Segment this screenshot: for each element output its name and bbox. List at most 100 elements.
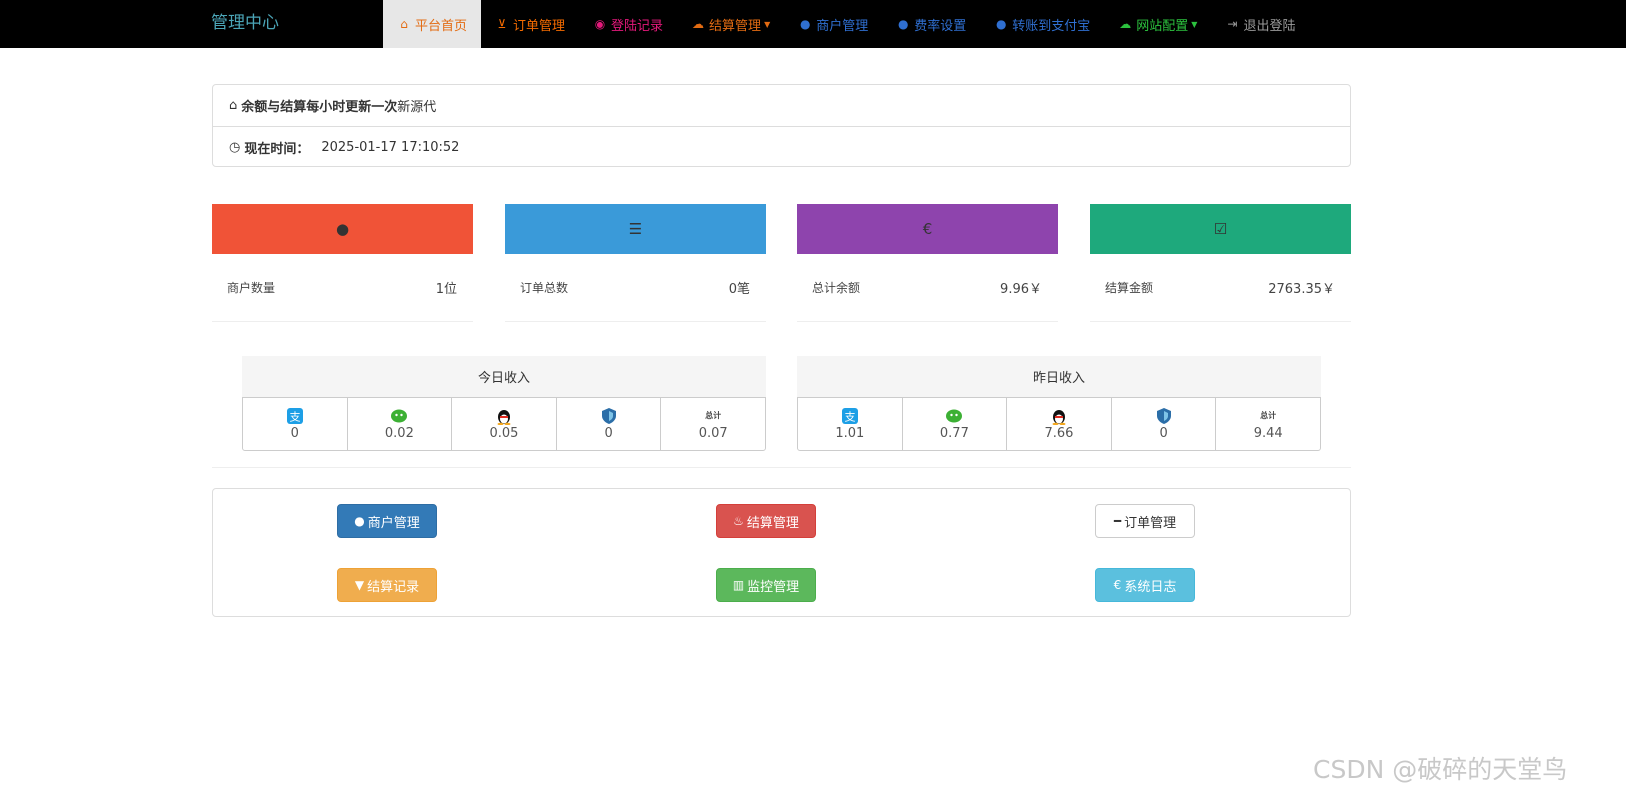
- settlement-manage-button[interactable]: ♨ 结算管理: [716, 504, 816, 538]
- stat-card-header: ☑: [1090, 204, 1351, 254]
- qq-icon: [497, 407, 511, 425]
- merchant-manage-button[interactable]: ● 商户管理: [337, 504, 437, 538]
- stat-card-body: 订单总数 0笔: [505, 254, 766, 322]
- stat-card-merchants: ● 商户数量 1位: [212, 204, 473, 322]
- nav-item-label: 订单管理: [513, 18, 566, 34]
- nav-item-home[interactable]: ⌂ 平台首页: [383, 0, 482, 48]
- nav-item-label: 费率设置: [914, 18, 967, 34]
- stat-card-header: ☰: [505, 204, 766, 254]
- stat-card-body: 商户数量 1位: [212, 254, 473, 322]
- income-value: 0: [604, 426, 613, 441]
- shield-icon: [1156, 407, 1171, 425]
- settlement-records-button[interactable]: ▼ 结算记录: [337, 568, 437, 602]
- home-icon: ⌂: [229, 98, 238, 113]
- info-panel: ⌂ 余额与结算每小时更新一次 新源代 ◷ 现在时间： 2025-01-17 17…: [212, 84, 1351, 167]
- user-icon: ●: [996, 17, 1007, 31]
- divider: [212, 467, 1351, 468]
- svg-text:支: 支: [844, 411, 855, 424]
- logout-icon: ⇥: [1227, 17, 1238, 31]
- nav-item-site-config[interactable]: ☁ 网站配置 ▼: [1104, 0, 1211, 48]
- total-icon: 总计: [705, 411, 722, 420]
- nav-item-label: 转账到支付宝: [1012, 18, 1091, 34]
- stat-value: 2763.35￥: [1268, 282, 1335, 297]
- notice-text: 余额与结算每小时更新一次: [241, 100, 398, 115]
- nav-item-settlement[interactable]: ☁ 结算管理 ▼: [677, 0, 784, 48]
- stat-label: 商户数量: [227, 281, 276, 295]
- income-value: 0.77: [939, 426, 969, 441]
- fire-icon: ♨: [733, 514, 744, 528]
- income-cell-qq: 7.66: [1006, 398, 1111, 450]
- euro-icon: €: [1113, 578, 1122, 592]
- cloud-icon: ☁: [692, 17, 705, 31]
- nav-item-merchants[interactable]: ● 商户管理: [784, 0, 882, 48]
- income-cell-alipay: 支 1.01: [798, 398, 902, 450]
- button-label: 商户管理: [367, 515, 420, 531]
- button-label: 订单管理: [1124, 515, 1177, 531]
- notice-tail: 新源代: [397, 100, 437, 115]
- alipay-icon: 支: [841, 407, 858, 425]
- time-label: 现在时间：: [244, 141, 310, 157]
- check-icon: ☑: [1213, 220, 1228, 238]
- button-label: 结算管理: [746, 515, 799, 531]
- stat-label: 结算金额: [1105, 281, 1154, 295]
- income-yesterday-panel: 昨日收入 支 1.01 0.77 7.66 0 总计 9.44: [797, 356, 1321, 451]
- nav-item-label: 商户管理: [816, 18, 869, 34]
- income-cell-total: 总计 0.07: [660, 398, 765, 450]
- nav-item-rates[interactable]: ● 费率设置: [882, 0, 980, 48]
- income-cell-wechat: 0.02: [346, 398, 452, 450]
- top-navbar: 管理中心 ⌂ 平台首页 ⊻ 订单管理 ◉ 登陆记录 ☁ 结算管理 ▼ ● 商户管…: [0, 0, 1626, 48]
- stat-card-body: 总计余额 9.96￥: [797, 254, 1058, 322]
- stat-value: 1位: [435, 282, 457, 297]
- stat-card-orders: ☰ 订单总数 0笔: [505, 204, 766, 322]
- shield-icon: [601, 407, 616, 425]
- time-value: 2025-01-17 17:10:52: [321, 139, 460, 155]
- income-cell-shield: 0: [1110, 398, 1216, 450]
- stat-label: 总计余额: [812, 281, 861, 295]
- brand-title[interactable]: 管理中心: [211, 12, 279, 34]
- button-label: 结算记录: [367, 579, 420, 595]
- camera-icon: ◉: [594, 17, 606, 31]
- income-title: 今日收入: [242, 356, 766, 397]
- nav-item-label: 登陆记录: [611, 18, 664, 34]
- system-log-button[interactable]: € 系统日志: [1095, 568, 1195, 602]
- cart-icon: ⊻: [497, 17, 507, 31]
- cloud-icon: ☁: [1119, 17, 1132, 31]
- caret-down-icon: ▼: [764, 19, 771, 29]
- notice-row: ⌂ 余额与结算每小时更新一次 新源代: [213, 85, 1350, 126]
- income-value: 0: [290, 426, 299, 441]
- quick-actions-panel: ● 商户管理 ♨ 结算管理 ━ 订单管理 ▼ 结算记录 ▥ 监控管理 € 系统日…: [212, 488, 1351, 617]
- total-icon: 总计: [1260, 411, 1277, 420]
- income-cell-shield: 0: [555, 398, 661, 450]
- main-nav: ⌂ 平台首页 ⊻ 订单管理 ◉ 登陆记录 ☁ 结算管理 ▼ ● 商户管理 ● 费…: [383, 0, 1309, 48]
- nav-item-logout[interactable]: ⇥ 退出登陆: [1211, 0, 1309, 48]
- caret-down-icon: ▼: [1191, 19, 1198, 29]
- nav-item-login-log[interactable]: ◉ 登陆记录: [579, 0, 677, 48]
- income-value: 0.05: [489, 426, 519, 441]
- income-value: 0.07: [698, 426, 728, 441]
- euro-icon: €: [922, 220, 933, 238]
- nav-item-transfer-alipay[interactable]: ● 转账到支付宝: [980, 0, 1104, 48]
- income-cell-total: 总计 9.44: [1215, 398, 1320, 450]
- nav-item-orders[interactable]: ⊻ 订单管理: [481, 0, 579, 48]
- list-icon: ☰: [628, 220, 643, 238]
- income-value: 7.66: [1044, 426, 1074, 441]
- minus-icon: ━: [1113, 514, 1122, 528]
- stat-card-balance: € 总计余额 9.96￥: [797, 204, 1058, 322]
- income-title: 昨日收入: [797, 356, 1321, 397]
- filter-icon: ▼: [354, 578, 365, 592]
- stat-value: 0笔: [728, 282, 750, 297]
- income-cells: 支 0 0.02 0.05 0 总计 0.07: [242, 397, 766, 451]
- stat-card-header: €: [797, 204, 1058, 254]
- nav-item-label: 平台首页: [415, 18, 468, 34]
- stat-card-body: 结算金额 2763.35￥: [1090, 254, 1351, 322]
- time-row: ◷ 现在时间： 2025-01-17 17:10:52: [213, 126, 1350, 167]
- nav-item-label: 结算管理: [709, 18, 762, 34]
- stat-label: 订单总数: [520, 281, 569, 295]
- income-today-panel: 今日收入 支 0 0.02 0.05 0 总计 0.07: [242, 356, 766, 451]
- stat-value: 9.96￥: [1000, 282, 1042, 297]
- monitor-manage-button[interactable]: ▥ 监控管理: [716, 568, 816, 602]
- income-cell-alipay: 支 0: [243, 398, 347, 450]
- user-icon: ●: [335, 220, 350, 238]
- order-manage-button[interactable]: ━ 订单管理: [1095, 504, 1195, 538]
- alipay-icon: 支: [286, 407, 303, 425]
